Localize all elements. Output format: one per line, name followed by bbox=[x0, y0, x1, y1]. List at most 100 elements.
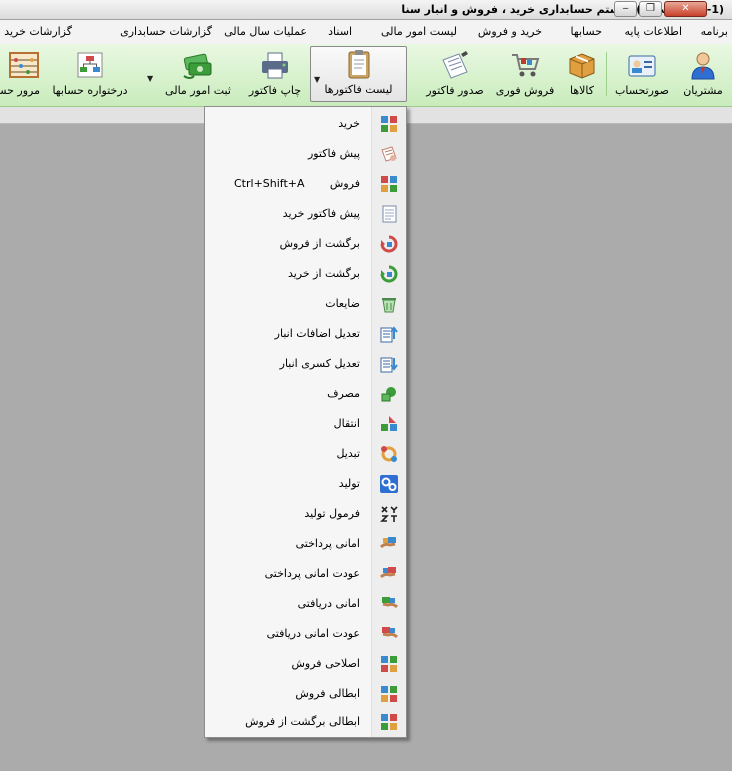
menu-base-info[interactable]: اطلاعات پایه bbox=[624, 25, 682, 38]
dropdown-item-label: تعدیل کسری انبار bbox=[279, 357, 360, 370]
toolbar-label: فروش فوری bbox=[495, 84, 555, 97]
sale-void-icon bbox=[381, 686, 397, 702]
dropdown-item-shortcut: Ctrl+Shift+A bbox=[234, 177, 305, 190]
stock-surplus-icon bbox=[380, 326, 398, 343]
invoice-card-icon bbox=[628, 55, 656, 77]
dropdown-item-label: خرید bbox=[338, 117, 360, 130]
toolbar-label: ثبت امور مالی bbox=[165, 84, 231, 97]
toolbar-quick-sale-button[interactable]: فروش فوری bbox=[494, 46, 556, 102]
dropdown-item-waste[interactable]: ضایعات bbox=[205, 289, 406, 319]
toolbar-statement-button[interactable]: صورتحساب bbox=[611, 46, 673, 102]
waste-bin-icon bbox=[382, 298, 396, 313]
proforma-icon bbox=[381, 146, 397, 162]
stock-shortage-icon bbox=[380, 357, 398, 373]
dropdown-item-label: ضایعات bbox=[325, 297, 360, 310]
dropdown-item-production[interactable]: تولید bbox=[205, 469, 406, 499]
dropdown-item-purchase[interactable]: خرید bbox=[205, 109, 406, 139]
dropdown-item-label: عودت امانی پرداختی bbox=[264, 567, 360, 580]
dropdown-item-label: عودت امانی دریافتی bbox=[266, 627, 360, 640]
menu-accounting-reports[interactable]: گزارشات حسابداری bbox=[120, 25, 212, 38]
consignment-in-icon bbox=[382, 597, 398, 609]
purchase-icon bbox=[381, 116, 397, 132]
dropdown-item-label: مصرف bbox=[327, 387, 360, 400]
menu-documents[interactable]: اسناد bbox=[328, 25, 352, 38]
dropdown-item-label: فروش bbox=[329, 177, 360, 190]
menu-purchase-reports[interactable]: گزارشات خرید bbox=[4, 25, 72, 38]
formula-icon bbox=[380, 506, 398, 522]
dropdown-item-label: فرمول تولید bbox=[304, 507, 360, 520]
dropdown-item-consignment-paid-return[interactable]: عودت امانی پرداختی bbox=[205, 559, 406, 589]
toolbar-dropdown-arrow-icon[interactable]: ▼ bbox=[314, 75, 320, 84]
dropdown-item-consignment-received-return[interactable]: عودت امانی دریافتی bbox=[205, 619, 406, 649]
minimize-button[interactable]: ‒ bbox=[614, 1, 637, 17]
main-toolbar: مشتریان صورتحساب کالاها فروش فوری صدور ف… bbox=[0, 44, 732, 107]
dropdown-item-label: انتقال bbox=[333, 417, 360, 430]
box-icon bbox=[569, 53, 595, 79]
abacus-icon bbox=[9, 52, 39, 78]
toolbar-label: مرور حسا bbox=[0, 84, 40, 97]
toolbar-label: صورتحساب bbox=[614, 84, 670, 97]
restore-button[interactable]: ❐ bbox=[639, 1, 662, 17]
sale-return-void-icon bbox=[381, 714, 397, 730]
purchase-proforma-icon bbox=[382, 205, 397, 223]
menu-program[interactable]: برنامه bbox=[701, 25, 728, 38]
toolbar-customers-button[interactable]: مشتریان bbox=[676, 46, 730, 102]
conversion-icon bbox=[381, 446, 397, 462]
toolbar-goods-button[interactable]: کالاها bbox=[561, 46, 603, 102]
dropdown-item-purchase-proforma[interactable]: پیش فاکتور خرید bbox=[205, 199, 406, 229]
dropdown-item-label: ابطالی فروش bbox=[295, 687, 360, 700]
invoice-pen-icon bbox=[442, 51, 468, 79]
toolbar-dropdown-arrow-icon[interactable]: ▼ bbox=[147, 74, 153, 83]
toolbar-accounts-tree-button[interactable]: درختواره حسابها bbox=[44, 46, 136, 102]
dropdown-item-label: امانی دریافتی bbox=[297, 597, 360, 610]
dropdown-item-label: تبدیل bbox=[336, 447, 360, 460]
dropdown-item-sale[interactable]: فروش Ctrl+Shift+A bbox=[205, 169, 406, 199]
dropdown-item-sale-void[interactable]: ابطالی فروش bbox=[205, 679, 406, 709]
dropdown-item-sale-correction[interactable]: اصلاحی فروش bbox=[205, 649, 406, 679]
clipboard-icon bbox=[348, 50, 369, 79]
sale-correction-icon bbox=[381, 656, 397, 672]
dropdown-item-transfer[interactable]: انتقال bbox=[205, 409, 406, 439]
menu-finance-list[interactable]: لیست امور مالی bbox=[381, 25, 457, 38]
dropdown-item-sale-return-void[interactable]: ابطالی برگشت از فروش bbox=[205, 707, 406, 737]
dropdown-item-label: برگشت از فروش bbox=[279, 237, 360, 250]
toolbar-label: کالاها bbox=[569, 84, 594, 97]
dropdown-item-conversion[interactable]: تبدیل bbox=[205, 439, 406, 469]
consumption-icon bbox=[381, 387, 396, 402]
dropdown-item-purchase-return[interactable]: برگشت از خرید bbox=[205, 259, 406, 289]
money-icon bbox=[183, 53, 212, 79]
menu-bar: برنامه اطلاعات پایه حسابها خرید و فروش ل… bbox=[0, 20, 732, 44]
toolbar-invoice-list-button[interactable]: لیست فاکتورها ▼ bbox=[310, 46, 407, 102]
dropdown-item-stock-surplus[interactable]: تعدیل اضافات انبار bbox=[205, 319, 406, 349]
customer-icon bbox=[691, 52, 715, 80]
toolbar-account-review-button[interactable]: مرور حسا bbox=[0, 46, 40, 102]
menu-accounts[interactable]: حسابها bbox=[571, 25, 602, 38]
menu-fiscal-year-ops[interactable]: عملیات سال مالی bbox=[224, 25, 307, 38]
dropdown-item-label: برگشت از خرید bbox=[287, 267, 360, 280]
toolbar-financial-record-button[interactable]: ثبت امور مالی ▼ bbox=[147, 46, 241, 102]
dropdown-item-label: امانی پرداختی bbox=[295, 537, 360, 550]
invoice-list-dropdown: خرید پیش فاکتور فروش Ctrl+Shift+A پیش فا… bbox=[204, 106, 407, 738]
toolbar-label: چاپ فاکتور bbox=[248, 84, 302, 97]
dropdown-item-label: تعدیل اضافات انبار bbox=[274, 327, 360, 340]
transfer-icon bbox=[381, 416, 397, 431]
toolbar-separator bbox=[606, 52, 607, 96]
dropdown-item-consignment-received[interactable]: امانی دریافتی bbox=[205, 589, 406, 619]
toolbar-label: درختواره حسابها bbox=[52, 84, 128, 97]
dropdown-item-stock-shortage[interactable]: تعدیل کسری انبار bbox=[205, 349, 406, 379]
dropdown-item-production-formula[interactable]: فرمول تولید bbox=[205, 499, 406, 529]
consignment-out-return-icon bbox=[380, 567, 396, 579]
toolbar-issue-invoice-button[interactable]: صدور فاکتور bbox=[420, 46, 490, 102]
dropdown-item-consignment-paid[interactable]: امانی پرداختی bbox=[205, 529, 406, 559]
production-gears-icon bbox=[380, 475, 398, 493]
sale-icon bbox=[381, 176, 397, 192]
printer-icon bbox=[262, 52, 288, 79]
close-button[interactable]: ✕ bbox=[664, 1, 707, 17]
menu-buy-sell[interactable]: خرید و فروش bbox=[478, 25, 542, 38]
dropdown-item-label: ابطالی برگشت از فروش bbox=[245, 715, 360, 728]
purchase-return-icon bbox=[380, 265, 398, 283]
dropdown-item-consumption[interactable]: مصرف bbox=[205, 379, 406, 409]
toolbar-print-invoice-button[interactable]: چاپ فاکتور bbox=[245, 46, 305, 102]
dropdown-item-proforma[interactable]: پیش فاکتور bbox=[205, 139, 406, 169]
dropdown-item-sale-return[interactable]: برگشت از فروش bbox=[205, 229, 406, 259]
